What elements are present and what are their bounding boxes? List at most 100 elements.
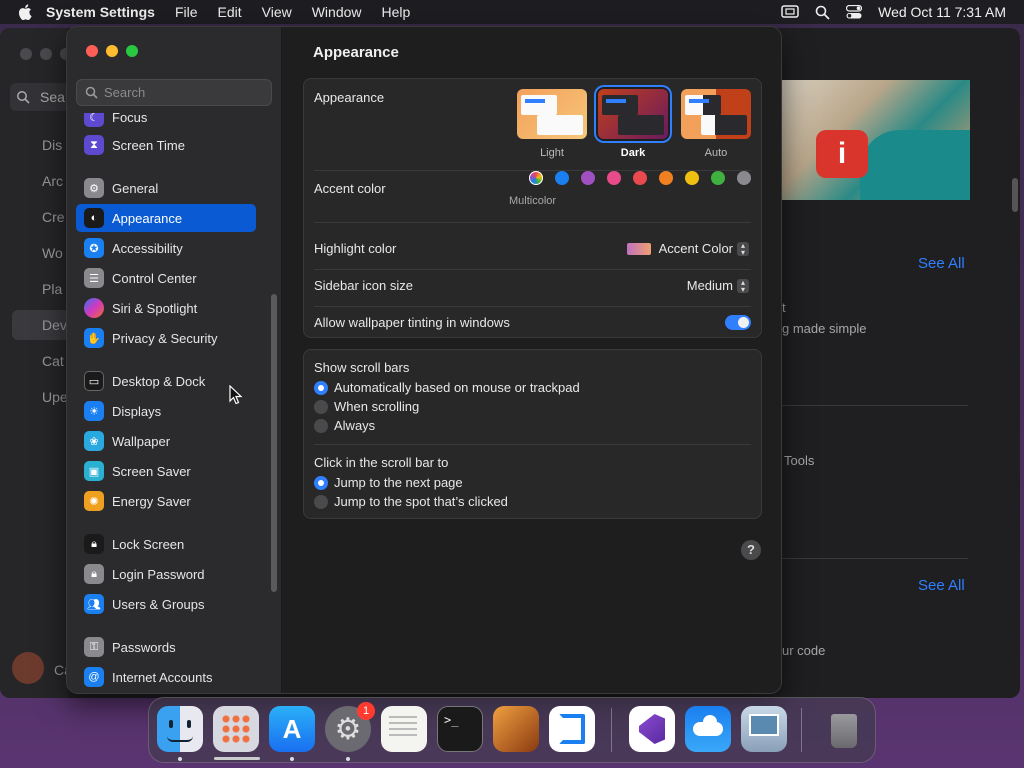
- sidebar-item-internet-accounts[interactable]: @ Internet Accounts: [76, 663, 256, 691]
- hand-icon: ✋: [84, 328, 104, 348]
- search-field[interactable]: [76, 79, 272, 106]
- preview-icon[interactable]: [741, 706, 787, 752]
- background-avatar[interactable]: [12, 652, 44, 684]
- settings-sidebar: ☾ Focus ⧗ Screen Time ⚙ General ◐ Appear…: [67, 27, 282, 693]
- background-sidebar-item[interactable]: Pla: [42, 281, 62, 297]
- menu-clock[interactable]: Wed Oct 11 7:31 AM: [878, 4, 1006, 20]
- sidebar-item-login-password[interactable]: 🔒︎ Login Password: [76, 560, 256, 588]
- search-input[interactable]: [104, 85, 264, 100]
- sidebar-item-siri-spotlight[interactable]: Siri & Spotlight: [76, 294, 256, 322]
- control-center-menu-icon[interactable]: [846, 5, 863, 19]
- gear-icon: ⚙: [84, 178, 104, 198]
- menu-app-name[interactable]: System Settings: [46, 4, 155, 20]
- sidebar-item-label: Screen Time: [112, 137, 185, 153]
- visual-studio-icon[interactable]: [629, 706, 675, 752]
- accent-swatch-pink[interactable]: [607, 171, 621, 185]
- highlight-color-swatch: [626, 242, 651, 255]
- help-button[interactable]: ?: [741, 540, 761, 560]
- background-sidebar-item[interactable]: Cre: [42, 209, 65, 225]
- accent-swatch-graphite[interactable]: [737, 171, 751, 185]
- background-sidebar-item[interactable]: Arc: [42, 173, 63, 189]
- sidebar-item-focus[interactable]: ☾ Focus: [76, 113, 256, 131]
- sidebar-item-wallpaper[interactable]: ❀ Wallpaper: [76, 427, 256, 455]
- screen-mirroring-icon[interactable]: [781, 5, 799, 19]
- running-indicator: [290, 757, 294, 761]
- spotlight-search-icon[interactable]: [815, 5, 830, 20]
- sidebar-item-screen-time[interactable]: ⧗ Screen Time: [76, 131, 256, 159]
- radio-scroll-always[interactable]: Always: [314, 418, 375, 433]
- apple-logo-icon[interactable]: [18, 4, 32, 20]
- accent-swatch-purple[interactable]: [581, 171, 595, 185]
- radio-jump-next-page[interactable]: Jump to the next page: [314, 475, 463, 490]
- garageband-icon[interactable]: [493, 706, 539, 752]
- vscode-icon[interactable]: [549, 706, 595, 752]
- sidebar-item-control-center[interactable]: ☰ Control Center: [76, 264, 256, 292]
- minimize-button[interactable]: [106, 45, 118, 57]
- trash-icon[interactable]: [821, 706, 867, 752]
- screensaver-icon: ▣: [84, 461, 104, 481]
- notification-badge: 1: [357, 702, 375, 720]
- see-all-link[interactable]: See All: [918, 577, 965, 594]
- sidebar-item-passwords[interactable]: ⚿ Passwords: [76, 633, 256, 661]
- menu-view[interactable]: View: [262, 4, 292, 20]
- divider: [314, 269, 751, 270]
- radio-label: Jump to the next page: [334, 475, 463, 490]
- radio-icon: [314, 494, 328, 509]
- sidebar-item-screen-saver[interactable]: ▣ Screen Saver: [76, 457, 256, 485]
- sidebar-item-lock-screen[interactable]: 🔒︎ Lock Screen: [76, 530, 256, 558]
- radio-jump-to-spot[interactable]: Jump to the spot that’s clicked: [314, 494, 508, 509]
- background-hero-image[interactable]: i: [780, 80, 970, 200]
- zoom-button[interactable]: [126, 45, 138, 57]
- accent-swatch-green[interactable]: [711, 171, 725, 185]
- dock-separator: [801, 708, 802, 752]
- sidebar-item-accessibility[interactable]: ✪ Accessibility: [76, 234, 256, 262]
- sidebar-item-general[interactable]: ⚙ General: [76, 174, 256, 202]
- sidebar-item-users-groups[interactable]: 👥︎ Users & Groups: [76, 590, 256, 618]
- auto-mode-thumbnail[interactable]: [681, 89, 751, 139]
- accent-swatch-orange[interactable]: [659, 171, 673, 185]
- sidebar-scrollbar[interactable]: [271, 294, 277, 592]
- terminal-icon[interactable]: >_: [437, 706, 483, 752]
- radio-scroll-automatic[interactable]: Automatically based on mouse or trackpad: [314, 380, 580, 395]
- background-sidebar-item[interactable]: Cat: [42, 353, 64, 369]
- background-scrollbar[interactable]: [1012, 178, 1018, 212]
- sidebar-item-privacy-security[interactable]: ✋ Privacy & Security: [76, 324, 256, 352]
- light-mode-thumbnail[interactable]: [517, 89, 587, 139]
- sidebar-item-energy-saver[interactable]: ✺ Energy Saver: [76, 487, 256, 515]
- radio-label: Jump to the spot that’s clicked: [334, 494, 508, 509]
- background-search-label: Sea: [40, 89, 65, 105]
- sidebar-item-label: Energy Saver: [112, 493, 191, 509]
- weather-icon[interactable]: [685, 706, 731, 752]
- accent-swatch-red[interactable]: [633, 171, 647, 185]
- app-store-icon[interactable]: A: [269, 706, 315, 752]
- highlight-color-popup[interactable]: Accent Color ▴ ▾: [626, 241, 749, 256]
- sidebar-item-label: Appearance: [112, 210, 183, 226]
- users-icon: 👥︎: [84, 594, 104, 614]
- menu-file[interactable]: File: [175, 4, 198, 20]
- background-sidebar-item[interactable]: Dis: [42, 137, 62, 153]
- launchpad-icon[interactable]: [213, 706, 259, 752]
- background-sidebar-item-selected[interactable]: Dev: [12, 310, 72, 340]
- radio-scroll-when-scrolling[interactable]: When scrolling: [314, 399, 419, 414]
- finder-icon[interactable]: [157, 706, 203, 752]
- accent-swatch-multicolor[interactable]: [529, 171, 543, 185]
- accent-swatch-yellow[interactable]: [685, 171, 699, 185]
- textedit-icon[interactable]: [381, 706, 427, 752]
- sidebar-icon-size-popup[interactable]: Medium ▴ ▾: [687, 278, 749, 293]
- menu-help[interactable]: Help: [382, 4, 411, 20]
- see-all-link[interactable]: See All: [918, 255, 965, 272]
- sidebar-item-label: Accessibility: [112, 240, 183, 256]
- background-text: ur code: [782, 643, 826, 658]
- menu-window[interactable]: Window: [312, 4, 362, 20]
- menu-edit[interactable]: Edit: [218, 4, 242, 20]
- background-search-field[interactable]: Sea: [10, 83, 70, 111]
- sidebar-item-appearance[interactable]: ◐ Appearance: [76, 204, 256, 232]
- sidebar-item-label: Internet Accounts: [112, 669, 213, 685]
- background-sidebar-item[interactable]: Upe: [42, 389, 68, 405]
- close-button[interactable]: [86, 45, 98, 57]
- accent-swatch-blue[interactable]: [555, 171, 569, 185]
- background-sidebar-item[interactable]: Wo: [42, 245, 63, 261]
- dock-highlight-bar: [214, 757, 260, 760]
- dark-mode-thumbnail[interactable]: [598, 89, 668, 139]
- wallpaper-tinting-toggle[interactable]: [725, 315, 751, 330]
